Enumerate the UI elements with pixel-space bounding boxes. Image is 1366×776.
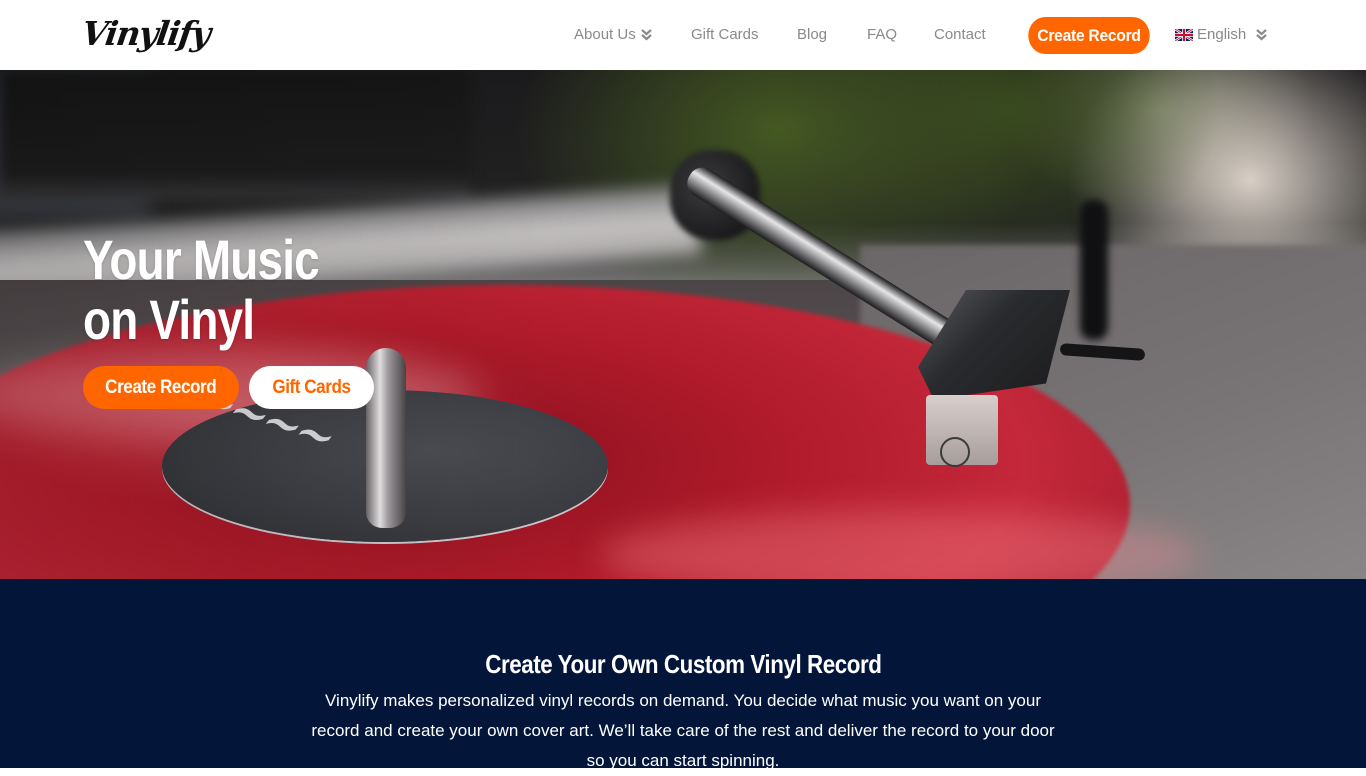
hero-title: Your Music on Vinyl [83,228,320,351]
language-label: English [1197,26,1247,43]
intro-section: Create Your Own Custom Vinyl Record Viny… [0,579,1366,770]
vinylify-logo[interactable]: Vinylify [79,12,212,56]
hero-section: ~~~~ Your Music on Vinyl Create Record G… [0,70,1366,579]
nav-about-us[interactable]: About Us [574,26,652,43]
create-record-button-label: Create Record [105,376,217,398]
site-header: Vinylify About Us Gift Cards Blog FAQ Co… [0,0,1366,70]
nav-faq[interactable]: FAQ [867,26,897,43]
create-record-button[interactable]: Create Record [83,366,239,409]
hero-title-line1: Your Music [83,228,320,291]
hero-title-line2: on Vinyl [83,288,255,351]
double-chevron-down-icon [1256,28,1267,41]
create-record-nav-button[interactable]: Create Record [1028,17,1150,54]
nav-contact[interactable]: Contact [934,26,986,43]
nav-gift-cards[interactable]: Gift Cards [691,26,759,43]
nav-about-us-label: About Us [574,26,636,43]
language-selector[interactable]: English [1175,26,1267,43]
nav-blog[interactable]: Blog [797,26,827,43]
intro-paragraph: Vinylify makes personalized vinyl record… [311,691,1055,770]
double-chevron-down-icon [640,28,652,41]
gift-cards-button-label: Gift Cards [272,376,351,398]
gift-cards-button[interactable]: Gift Cards [249,366,374,409]
uk-flag-icon [1175,28,1193,41]
intro-title: Create Your Own Custom Vinyl Record [0,649,1366,680]
intro-title-text: Create Your Own Custom Vinyl Record [484,649,882,679]
